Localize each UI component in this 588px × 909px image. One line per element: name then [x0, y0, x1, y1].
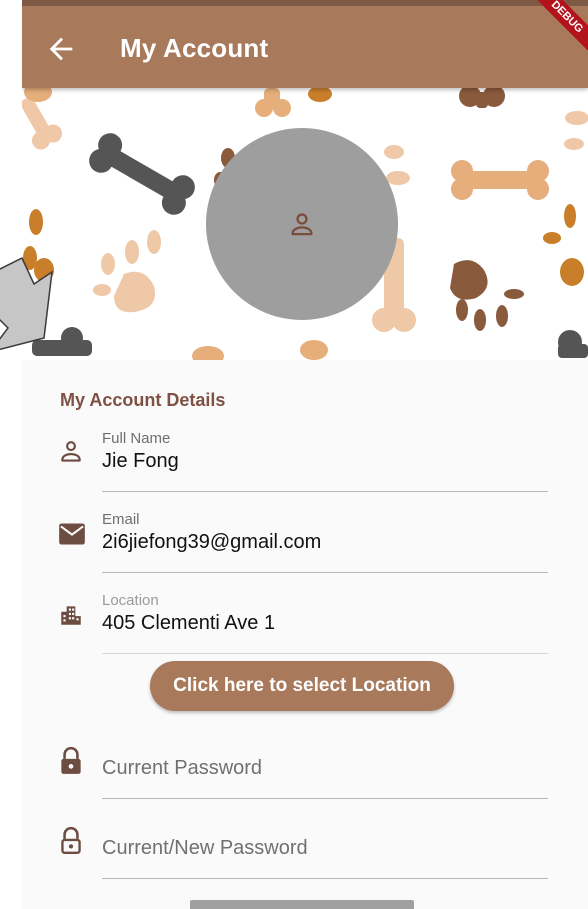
- pointer-arrow-overlay: [0, 256, 53, 351]
- full-name-underline: [102, 491, 548, 492]
- location-value: 405 Clementi Ave 1: [102, 612, 276, 634]
- mail-icon: [58, 522, 86, 551]
- current-password-input[interactable]: Current Password: [102, 739, 548, 799]
- account-details-form: My Account Details Full Name Jie Fong Em…: [22, 360, 588, 909]
- location-label: Location: [102, 592, 159, 609]
- new-password-underline: [102, 878, 548, 879]
- profile-avatar[interactable]: [206, 128, 398, 320]
- building-icon: [58, 602, 84, 633]
- app-bar: My Account DEBUG: [22, 0, 588, 88]
- back-button[interactable]: [44, 32, 78, 66]
- full-name-field[interactable]: Full Name Jie Fong: [102, 430, 548, 492]
- app-screen: My Account DEBUG My Account Details Full…: [22, 0, 588, 909]
- lock-open-outline-icon: [58, 826, 84, 861]
- current-password-placeholder: Current Password: [102, 757, 263, 779]
- full-name-label: Full Name: [102, 430, 171, 447]
- debug-banner: DEBUG: [521, 0, 588, 63]
- person-outline-icon: [291, 213, 313, 236]
- arrow-left-icon: [49, 37, 73, 61]
- email-label: Email: [102, 511, 140, 528]
- email-value: 2i6jiefong39@gmail.com: [102, 531, 322, 553]
- location-field[interactable]: Location 405 Clementi Ave 1: [102, 592, 548, 654]
- page-title: My Account: [120, 33, 269, 63]
- new-password-input[interactable]: Current/New Password: [102, 819, 548, 879]
- current-password-underline: [102, 798, 548, 799]
- location-underline: [102, 653, 548, 654]
- bottom-button-partial[interactable]: [190, 900, 414, 909]
- lock-icon: [58, 746, 84, 781]
- full-name-value: Jie Fong: [102, 450, 179, 472]
- status-strip: [22, 0, 588, 6]
- person-icon: [58, 438, 84, 469]
- section-title: My Account Details: [60, 390, 226, 410]
- select-location-button[interactable]: Click here to select Location: [150, 661, 454, 711]
- email-underline: [102, 572, 548, 573]
- email-field[interactable]: Email 2i6jiefong39@gmail.com: [102, 511, 548, 573]
- new-password-placeholder: Current/New Password: [102, 837, 308, 859]
